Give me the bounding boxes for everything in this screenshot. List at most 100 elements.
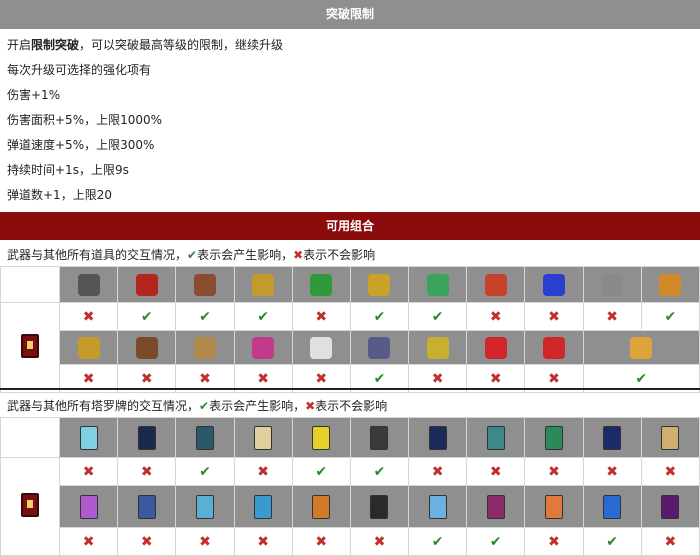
grid-row: ✖ ✖ ✖ ✖ ✖ ✖ ✔ ✔ ✖ ✔ ✖ [1,527,700,556]
mark-cell: ✖ [524,457,584,486]
mark-cell: ✖ [466,457,526,486]
check-icon: ✔ [140,308,153,325]
grid-row: ✖ ✖ ✔ ✖ ✔ ✔ ✖ ✖ ✖ ✖ ✖ [0,457,700,556]
cross-icon: ✖ [373,533,386,550]
check-icon: ✔ [187,248,198,262]
tarot-mirror-icon [661,425,680,450]
icon-cell [175,485,235,528]
tarot-cross-icon [603,425,622,450]
cross-icon: ✖ [489,463,502,480]
icon-cell [524,330,584,365]
icon-cell [175,417,235,458]
mark-cell: ✖ [291,527,351,556]
tarot-loop-icon [195,494,214,519]
mark-cell: ✔ [640,302,700,331]
tarot-wheel-icon [195,425,214,450]
check-icon: ✔ [606,533,618,550]
check-icon: ✔ [257,308,269,325]
cross-icon: ✖ [431,463,444,480]
mark-cell: ✔ [582,527,642,556]
icon-cell [524,266,584,303]
cross-icon: ✖ [489,370,502,387]
icon-cell [408,417,468,458]
check-icon: ✔ [431,533,444,550]
icon-cell [233,266,293,303]
icon-cell [640,485,700,528]
tarot-wave-icon [79,494,98,519]
cross-icon: ✖ [548,370,560,387]
cross-icon: ✖ [293,248,304,262]
tarot-hand-icon [486,425,505,450]
icon-cell [466,417,526,458]
cross-icon: ✖ [140,533,153,550]
heart-frame-icon [77,273,100,296]
corner-cell [0,417,60,458]
check-icon: ✔ [373,463,386,480]
weapon-book-icon [21,493,39,517]
icon-cell [291,417,351,458]
tarot-note: 武器与其他所有塔罗牌的交互情况，✔表示会产生影响，✖表示不会影响 [7,399,388,413]
tarot-sunset-icon [544,494,563,519]
tarot-blade-icon [370,494,389,519]
page: { "section1": { "title": "突破限制", "intro_… [0,0,700,556]
section-title-break-limit: 突破限制 [0,0,700,29]
intro-bold: 限制突破 [31,38,80,52]
icon-cell [58,417,119,458]
mark-cell: ✖ [524,302,584,331]
check-icon: ✔ [373,370,386,387]
tarot-tree-icon [544,425,563,450]
icon-cell [349,266,410,303]
items-table: ✖ ✔ ✔ ✔ ✖ ✔ ✔ ✖ ✖ ✖ ✔ ✖ ✖ ✖ ✖ ✖ ✔ ✖ ✖ ✖ ✔ [0,266,700,393]
mark-cell: ✖ [466,302,526,331]
section-title-combos: 可用组合 [0,212,700,240]
icon-cell [408,330,468,365]
cross-icon: ✖ [82,533,95,550]
intro-prefix: 开启 [7,38,32,52]
cross-icon: ✖ [199,533,211,550]
skull-icon [252,336,275,359]
tarot-moon-icon [137,494,156,519]
cross-icon: ✖ [82,463,95,480]
hollow-heart-icon [484,273,507,296]
cross-icon: ✖ [82,370,95,387]
cross-icon: ✖ [664,533,677,550]
tarot-table: ✖ ✖ ✔ ✖ ✔ ✔ ✖ ✖ ✖ ✖ ✖ ✖ ✖ ✖ ✖ ✖ ✖ ✔ ✔ ✖ ✔ ✖ [0,417,700,556]
icon-cell [291,330,351,365]
mark-cell: ✖ [582,457,642,486]
red-tome-icon [135,273,158,296]
mark-cell: ✔ [408,527,468,556]
check-icon: ✔ [373,308,386,325]
cross-icon: ✖ [140,370,153,387]
candelabra-icon [252,273,275,296]
check-icon: ✔ [199,308,211,325]
silver-ring-icon [601,273,624,296]
divider [0,388,700,390]
weapon-cell [0,302,60,393]
scroll-icon [630,336,653,359]
tarot-figure-icon [486,494,505,519]
tarot-tower-icon [137,425,156,450]
check-icon: ✔ [199,399,210,413]
mark-cell: ✔ [349,457,410,486]
icon-cell [466,330,526,365]
mark-cell: ✔ [291,457,351,486]
icon-cell [58,485,119,528]
helmet-icon [193,336,216,359]
mark-cell: ✔ [175,302,235,331]
check-icon: ✔ [664,308,677,325]
intro-line: 开启限制突破，可以突破最高等级的限制，继续升级 [7,36,283,53]
upgrade-area: 伤害面积+5%，上限1000% [7,113,163,127]
icon-cell [466,266,526,303]
icon-cell [582,266,642,303]
tarot-storm-icon [428,494,447,519]
grid-row [1,485,700,528]
tarot-sun-icon [312,425,331,450]
tarot-frost-icon [79,425,98,450]
corner-cell [0,266,60,303]
mark-cell: ✖ [58,302,119,331]
gold-ring-icon [659,273,682,296]
cross-icon: ✖ [315,533,328,550]
mark-cell: ✔ [117,302,177,331]
icon-cell [349,485,410,528]
mark-cell: ✔ [233,302,293,331]
